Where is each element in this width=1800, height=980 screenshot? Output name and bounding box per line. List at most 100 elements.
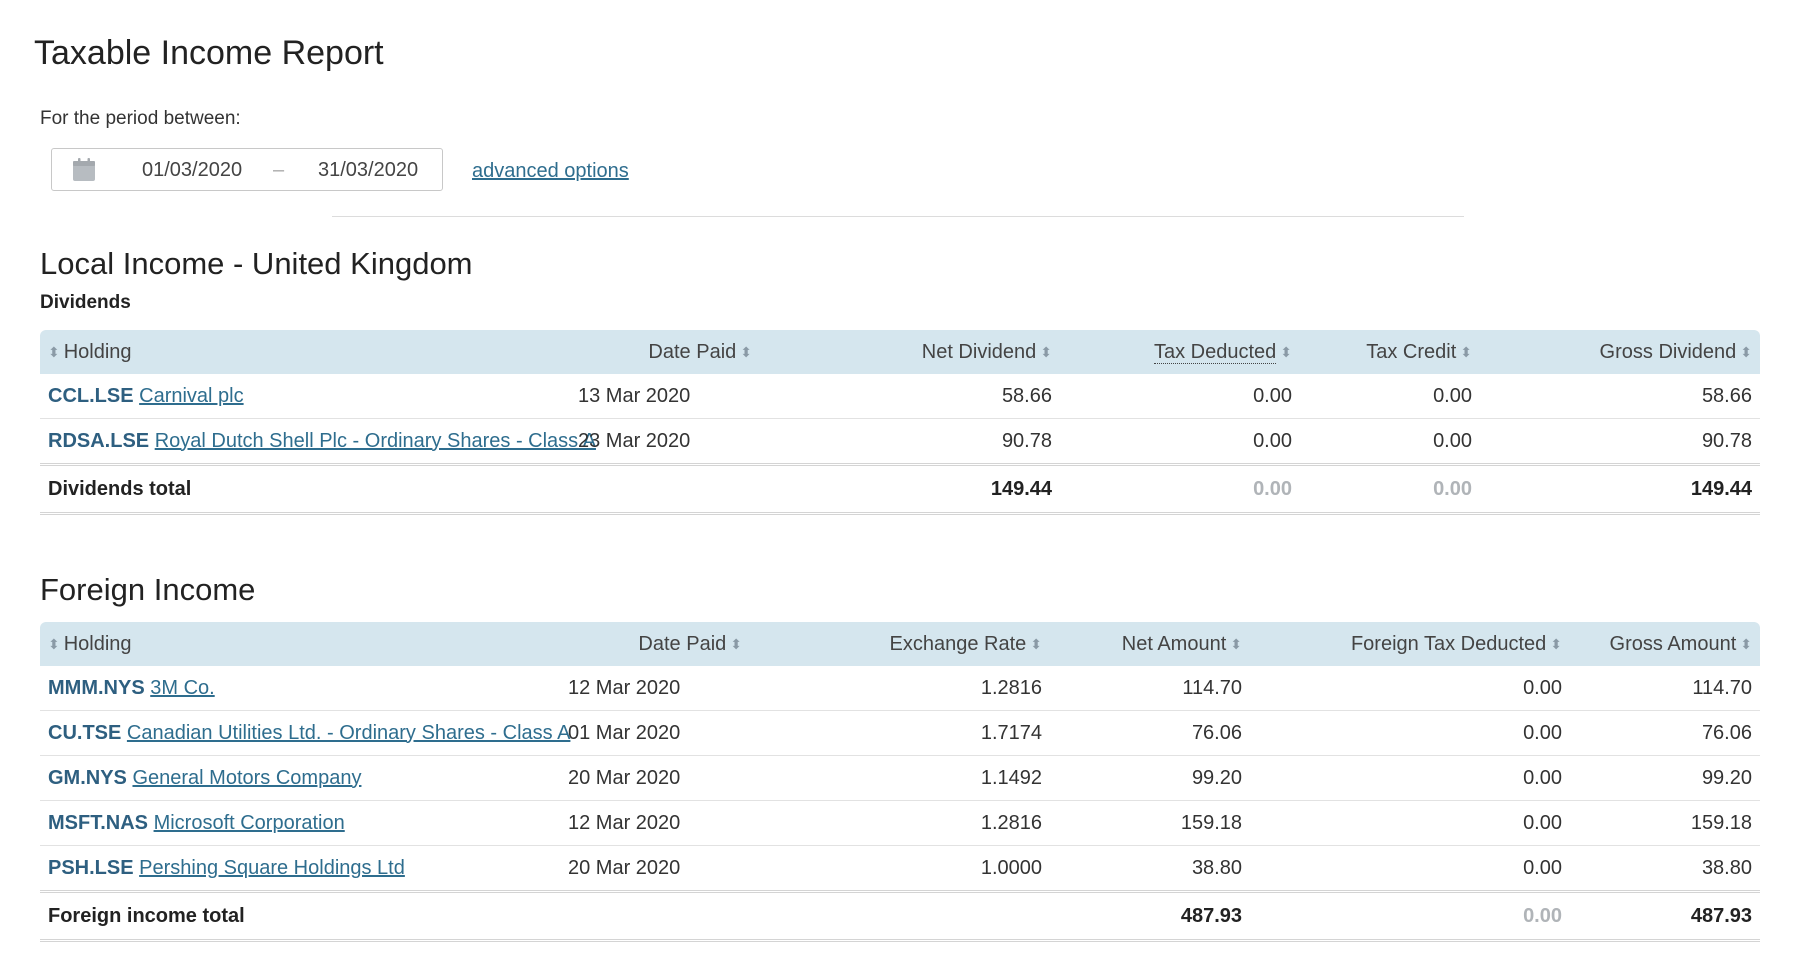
gross-amount: 114.70 — [1570, 666, 1760, 711]
col-tax-deducted[interactable]: Tax Deducted ⬍ — [1060, 330, 1300, 374]
sort-icon[interactable]: ⬍ — [1740, 345, 1752, 359]
foreign-tax-deducted: 0.00 — [1250, 800, 1570, 846]
total-tax-credit: 0.00 — [1300, 463, 1480, 515]
total-tax-deducted: 0.00 — [1060, 463, 1300, 515]
exchange-rate: 1.2816 — [750, 666, 1050, 711]
table-header-row: ⬍ Holding Date Paid ⬍ Net Dividend ⬍ Tax De… — [40, 330, 1760, 374]
page-title: Taxable Income Report — [34, 34, 384, 72]
holding-link[interactable]: 3M Co. — [150, 677, 214, 699]
net-amount: 38.80 — [1050, 845, 1250, 892]
holding-symbol: RDSA.LSE — [48, 429, 150, 452]
sort-icon[interactable]: ⬍ — [48, 637, 60, 651]
date-paid: 23 Mar 2020 — [570, 418, 760, 465]
table-row: CU.TSE Canadian Utilities Ltd. - Ordinar… — [40, 710, 1760, 756]
date-paid: 20 Mar 2020 — [560, 755, 750, 801]
taxable-income-report-page: Taxable Income Report For the period bet… — [0, 0, 1800, 980]
holding-link[interactable]: Canadian Utilities Ltd. - Ordinary Share… — [127, 722, 571, 744]
holding-link[interactable]: General Motors Company — [132, 767, 361, 789]
holding-symbol: CU.TSE — [48, 721, 122, 744]
gross-amount: 159.18 — [1570, 800, 1760, 846]
period-label: For the period between: — [40, 108, 241, 129]
table-row: RDSA.LSE Royal Dutch Shell Plc - Ordinar… — [40, 418, 1760, 465]
net-amount: 99.20 — [1050, 755, 1250, 801]
date-range-picker[interactable]: 01/03/2020 – 31/03/2020 — [51, 148, 443, 191]
col-gross-dividend[interactable]: Gross Dividend ⬍ — [1480, 330, 1760, 374]
sort-icon[interactable]: ⬍ — [1280, 345, 1292, 359]
col-tax-credit[interactable]: Tax Credit ⬍ — [1300, 330, 1480, 374]
table-row: CCL.LSE Carnival plc 13 Mar 2020 58.66 0… — [40, 374, 1760, 419]
holding-symbol: GM.NYS — [48, 766, 127, 789]
date-paid: 12 Mar 2020 — [560, 800, 750, 846]
date-to-input[interactable]: 31/03/2020 — [318, 159, 418, 182]
holding-link[interactable]: Royal Dutch Shell Plc - Ordinary Shares … — [155, 430, 596, 452]
table-row: MMM.NYS 3M Co. 12 Mar 2020 1.2816 114.70… — [40, 666, 1760, 711]
col-date-paid[interactable]: Date Paid ⬍ — [560, 622, 750, 666]
sort-icon[interactable]: ⬍ — [1460, 345, 1472, 359]
col-date-paid[interactable]: Date Paid ⬍ — [570, 330, 760, 374]
foreign-tax-deducted: 0.00 — [1250, 710, 1570, 756]
local-income-heading: Local Income - United Kingdom — [40, 246, 473, 281]
table-row: PSH.LSE Pershing Square Holdings Ltd 20 … — [40, 845, 1760, 892]
sort-icon[interactable]: ⬍ — [1230, 637, 1242, 651]
foreign-tax-deducted: 0.00 — [1250, 755, 1570, 801]
table-row: MSFT.NAS Microsoft Corporation 12 Mar 20… — [40, 800, 1760, 846]
col-net-dividend[interactable]: Net Dividend ⬍ — [760, 330, 1060, 374]
sort-icon[interactable]: ⬍ — [740, 345, 752, 359]
total-net: 149.44 — [760, 463, 1060, 515]
holding-link[interactable]: Carnival plc — [139, 385, 243, 407]
sort-icon[interactable]: ⬍ — [48, 345, 60, 359]
total-foreign-tax: 0.00 — [1250, 890, 1570, 942]
gross-dividend: 58.66 — [1480, 374, 1760, 419]
col-net-amount[interactable]: Net Amount ⬍ — [1050, 622, 1250, 666]
divider — [332, 216, 1464, 217]
gross-dividend: 90.78 — [1480, 418, 1760, 465]
tax-credit: 0.00 — [1300, 374, 1480, 419]
net-amount: 114.70 — [1050, 666, 1250, 711]
net-amount: 76.06 — [1050, 710, 1250, 756]
local-dividends-table: ⬍ Holding Date Paid ⬍ Net Dividend ⬍ Tax De… — [40, 330, 1760, 515]
col-foreign-tax-deducted[interactable]: Foreign Tax Deducted ⬍ — [1250, 622, 1570, 666]
dividends-total-row: Dividends total 149.44 0.00 0.00 149.44 — [40, 463, 1760, 515]
col-holding[interactable]: ⬍ Holding — [40, 622, 560, 666]
holding-link[interactable]: Microsoft Corporation — [154, 812, 345, 834]
tax-deducted: 0.00 — [1060, 418, 1300, 465]
sort-icon[interactable]: ⬍ — [1030, 637, 1042, 651]
sort-icon[interactable]: ⬍ — [1040, 345, 1052, 359]
tax-credit: 0.00 — [1300, 418, 1480, 465]
exchange-rate: 1.7174 — [750, 710, 1050, 756]
net-amount: 159.18 — [1050, 800, 1250, 846]
total-label: Dividends total — [40, 463, 570, 515]
total-gross: 487.93 — [1570, 890, 1760, 942]
tax-deducted: 0.00 — [1060, 374, 1300, 419]
date-from-input[interactable]: 01/03/2020 — [142, 159, 242, 182]
col-gross-amount[interactable]: Gross Amount ⬍ — [1570, 622, 1760, 666]
date-paid: 13 Mar 2020 — [570, 374, 760, 419]
gross-amount: 99.20 — [1570, 755, 1760, 801]
date-paid: 12 Mar 2020 — [560, 666, 750, 711]
col-holding[interactable]: ⬍ Holding — [40, 330, 570, 374]
exchange-rate: 1.2816 — [750, 800, 1050, 846]
sort-icon[interactable]: ⬍ — [1550, 637, 1562, 651]
holding-symbol: MSFT.NAS — [48, 811, 148, 834]
gross-amount: 76.06 — [1570, 710, 1760, 756]
exchange-rate: 1.0000 — [750, 845, 1050, 892]
date-separator: – — [273, 159, 285, 181]
holding-link[interactable]: Pershing Square Holdings Ltd — [139, 857, 405, 879]
foreign-tax-deducted: 0.00 — [1250, 845, 1570, 892]
advanced-options-link[interactable]: advanced options — [472, 160, 629, 183]
holding-symbol: PSH.LSE — [48, 856, 134, 879]
foreign-tax-deducted: 0.00 — [1250, 666, 1570, 711]
calendar-icon[interactable] — [72, 158, 96, 182]
net-dividend: 58.66 — [760, 374, 1060, 419]
holding-symbol: CCL.LSE — [48, 384, 134, 407]
table-header-row: ⬍ Holding Date Paid ⬍ Exchange Rate ⬍ Net A… — [40, 622, 1760, 666]
sort-icon[interactable]: ⬍ — [1740, 637, 1752, 651]
sort-icon[interactable]: ⬍ — [730, 637, 742, 651]
exchange-rate: 1.1492 — [750, 755, 1050, 801]
table-row: GM.NYS General Motors Company 20 Mar 202… — [40, 755, 1760, 801]
total-gross: 149.44 — [1480, 463, 1760, 515]
date-paid: 01 Mar 2020 — [560, 710, 750, 756]
total-net: 487.93 — [1050, 890, 1250, 942]
col-exchange-rate[interactable]: Exchange Rate ⬍ — [750, 622, 1050, 666]
gross-amount: 38.80 — [1570, 845, 1760, 892]
